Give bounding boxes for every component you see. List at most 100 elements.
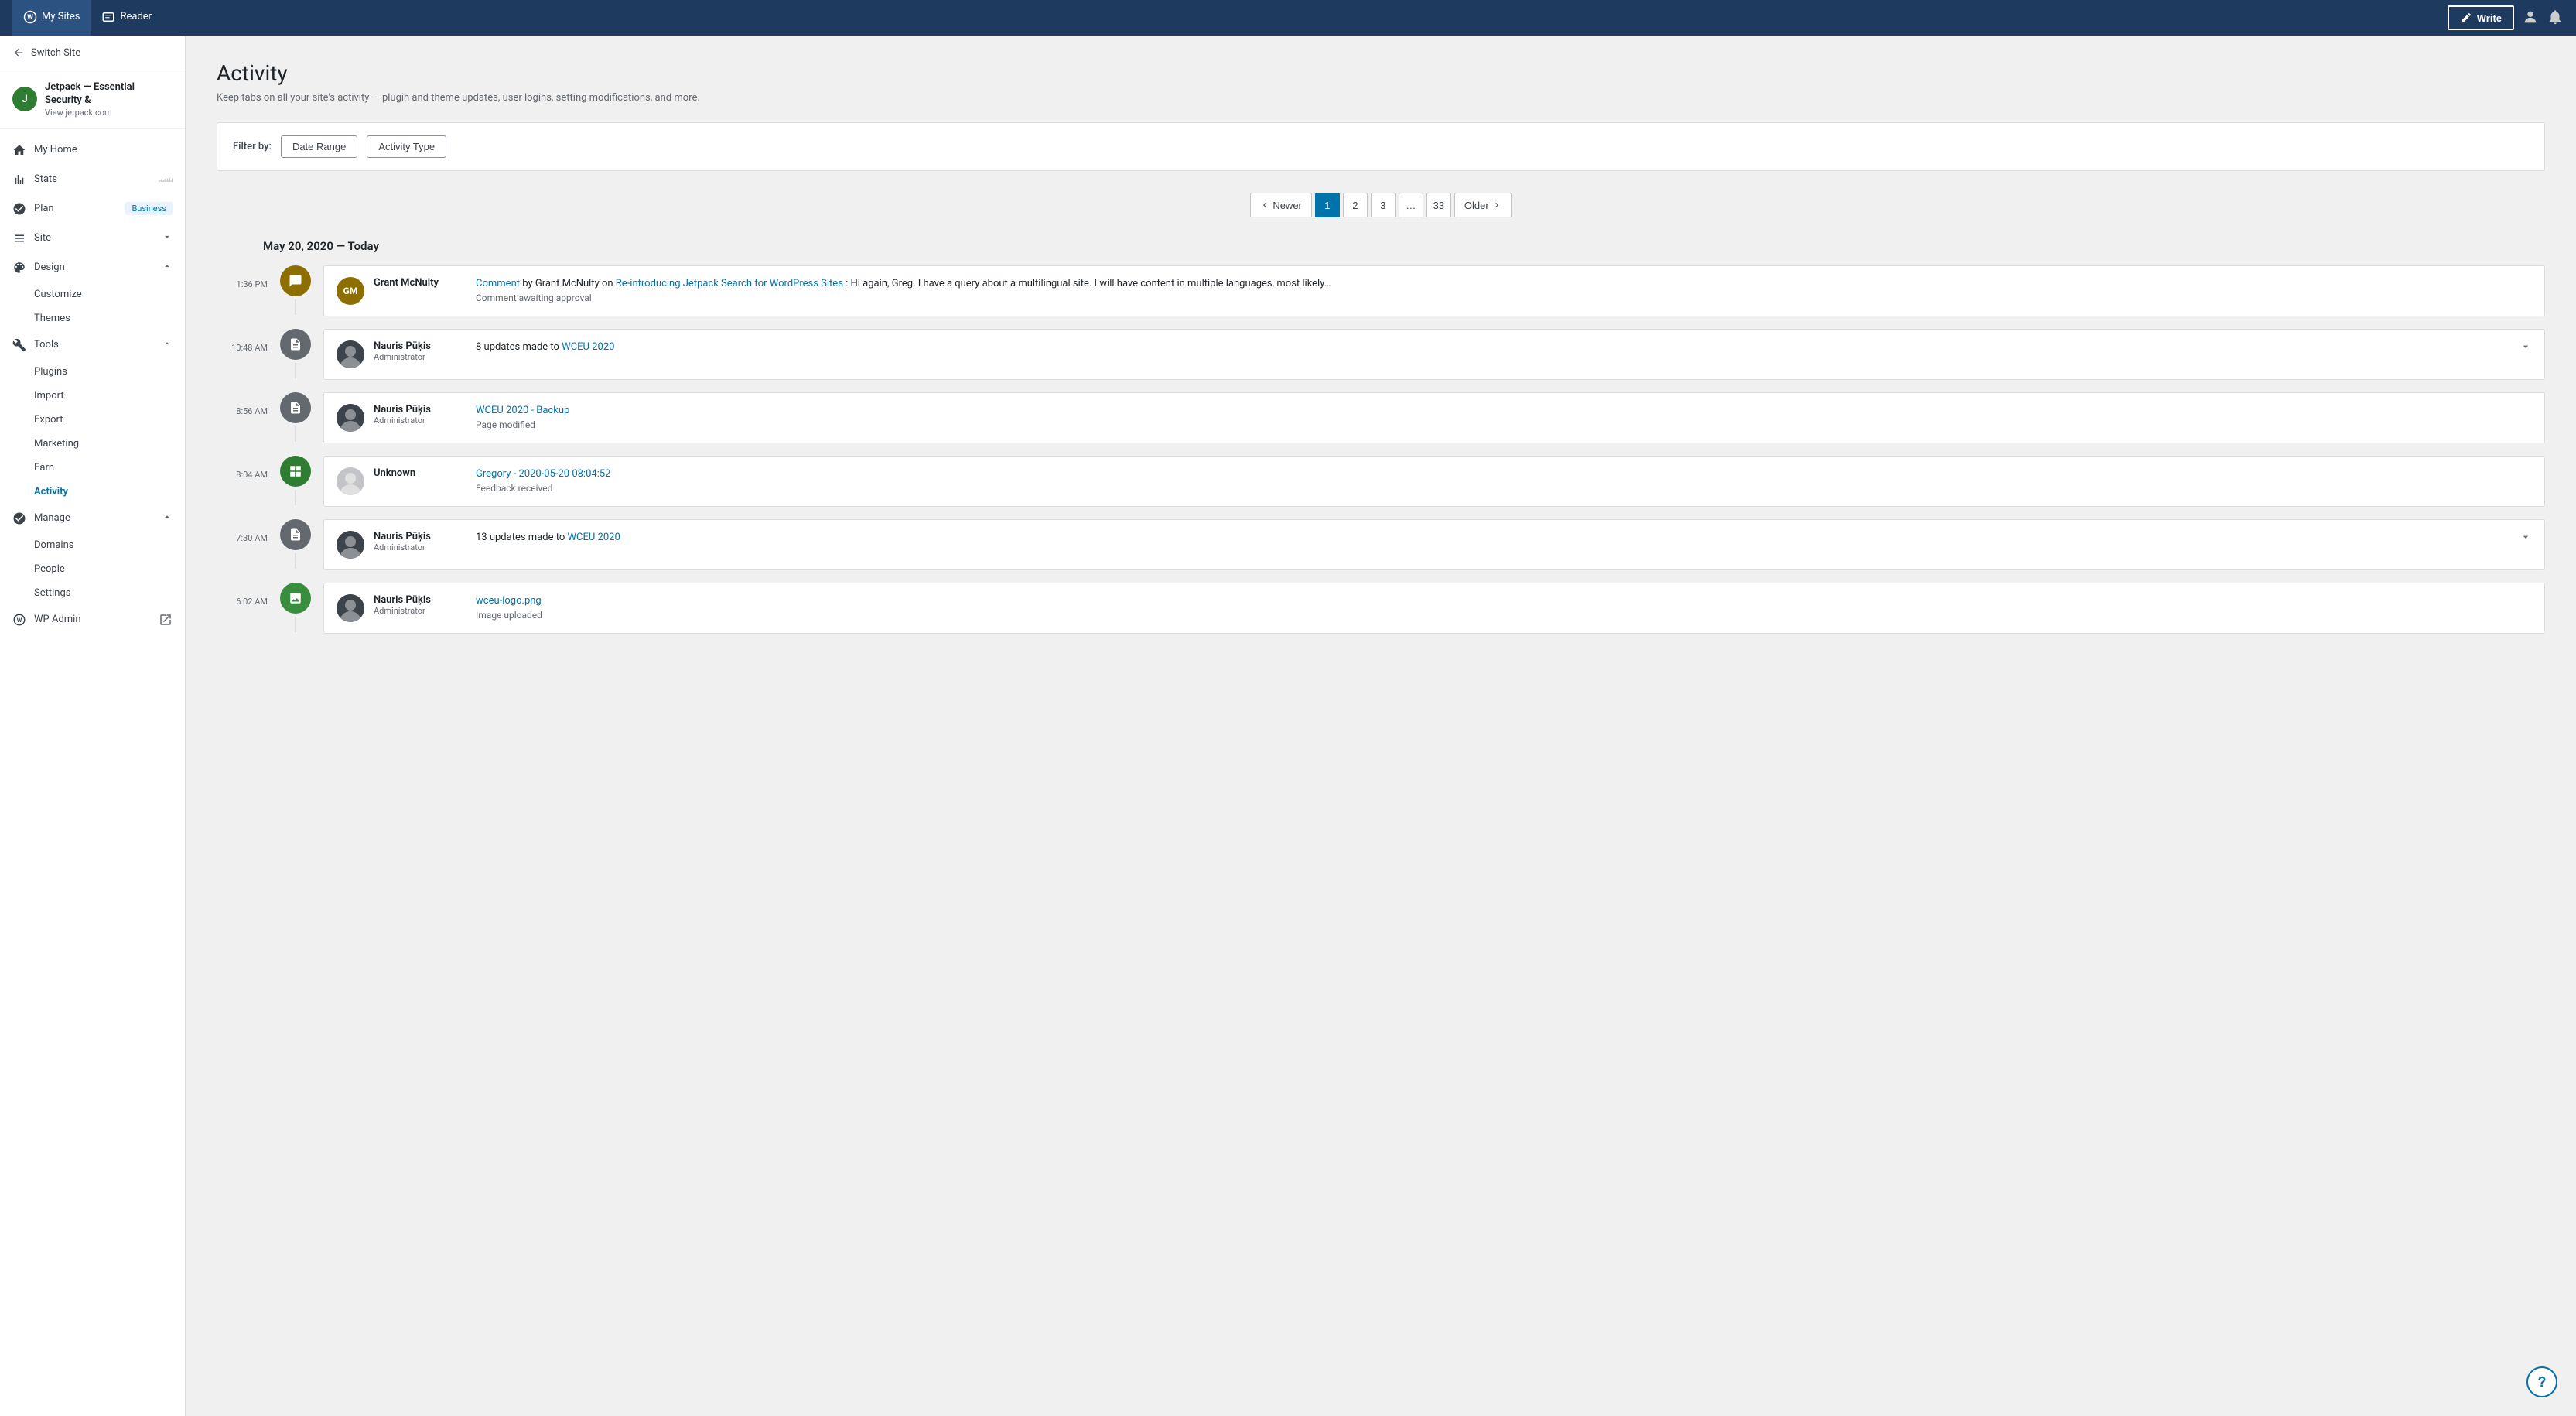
page-33-button[interactable]: 33 (1426, 193, 1451, 217)
activity-text: 13 updates made to WCEU 2020 (476, 532, 620, 543)
plan-icon (12, 202, 26, 216)
user-info: Nauris Pūķis Administrator (374, 404, 466, 426)
activity-icon-col (278, 519, 313, 569)
avatar-photo (337, 340, 364, 368)
my-home-label: My Home (34, 144, 173, 156)
page-3-button[interactable]: 3 (1371, 193, 1396, 217)
sidebar-item-site[interactable]: Site (0, 224, 185, 253)
profile-button[interactable] (2522, 9, 2539, 28)
activity-line (295, 426, 296, 442)
chevron-down-icon (162, 231, 173, 242)
avatar-photo2 (337, 404, 364, 432)
sidebar-item-activity[interactable]: Activity (34, 480, 185, 504)
unknown-avatar (337, 467, 364, 495)
sidebar-item-settings[interactable]: Settings (34, 581, 185, 605)
image-icon (289, 591, 302, 605)
gregory-link[interactable]: Gregory - 2020-05-20 08:04:52 (476, 468, 610, 480)
image-link[interactable]: wceu-logo.png (476, 595, 542, 607)
site-name: Jetpack — Essential Security & (45, 81, 173, 108)
profile-icon (2522, 9, 2539, 26)
sidebar-item-people[interactable]: People (34, 557, 185, 581)
post-link[interactable]: Re-introducing Jetpack Search for WordPr… (616, 278, 843, 289)
activity-time-col: 8:56 AM (217, 392, 278, 417)
sidebar-item-wp-admin[interactable]: W WP Admin (0, 605, 185, 634)
newer-button[interactable]: Newer (1250, 193, 1312, 217)
activity-text: Gregory - 2020-05-20 08:04:52 (476, 468, 610, 480)
site-icon (12, 231, 26, 245)
sidebar-item-stats[interactable]: Stats (0, 165, 185, 194)
tools-chevron (162, 338, 173, 352)
sidebar-item-manage[interactable]: Manage (0, 504, 185, 533)
reader-nav[interactable]: Reader (91, 0, 162, 36)
sidebar-item-export[interactable]: Export (34, 408, 185, 432)
activity-time: 10:48 AM (231, 343, 268, 353)
design-chevron (162, 261, 173, 275)
activity-subtext: Image uploaded (476, 610, 2532, 621)
notifications-button[interactable] (2547, 9, 2564, 28)
document-icon2 (289, 401, 302, 415)
activity-icon-col (278, 392, 313, 442)
wceu-link2[interactable]: WCEU 2020 (567, 532, 620, 543)
site-chevron (162, 231, 173, 245)
activity-time-col: 1:36 PM (217, 265, 278, 290)
sidebar-item-themes[interactable]: Themes (34, 306, 185, 330)
sidebar-item-tools[interactable]: Tools (0, 330, 185, 360)
my-sites-nav[interactable]: W My Sites (12, 0, 91, 36)
expand-button[interactable] (2520, 340, 2532, 356)
tools-icon (12, 338, 26, 352)
activity-time: 1:36 PM (237, 279, 268, 289)
user-role: Administrator (374, 416, 466, 426)
activity-row: 8:04 AM Unknown (217, 456, 2545, 507)
activity-subtext: Feedback received (476, 483, 2532, 494)
sidebar-item-customize[interactable]: Customize (34, 282, 185, 306)
older-label: Older (1464, 200, 1489, 211)
chevron-down-expand-icon2 (2520, 531, 2532, 543)
user-role: Administrator (374, 542, 466, 552)
sidebar-item-marketing[interactable]: Marketing (34, 432, 185, 456)
avatar-photo4 (337, 594, 364, 622)
sidebar-item-my-home[interactable]: My Home (0, 135, 185, 165)
page-2-button[interactable]: 2 (1343, 193, 1368, 217)
user-name: Grant McNulty (374, 277, 466, 289)
external-link-icon (159, 613, 173, 627)
avatar-nauris4 (337, 594, 364, 622)
sidebar-item-import[interactable]: Import (34, 384, 185, 408)
sidebar-item-domains[interactable]: Domains (34, 533, 185, 557)
activity-subtext: Page modified (476, 419, 2532, 430)
activity-card: Unknown Gregory - 2020-05-20 08:04:52 Fe… (323, 456, 2545, 507)
help-button[interactable]: ? (2526, 1366, 2557, 1397)
top-nav: W My Sites Reader Write (0, 0, 2576, 36)
activity-line (295, 490, 296, 505)
user-name: Nauris Pūķis (374, 404, 466, 416)
activity-suffix-text: : Hi again, Greg. I have a query about a… (846, 278, 1331, 289)
user-info: Unknown (374, 467, 466, 479)
switch-site-button[interactable]: Switch Site (0, 36, 185, 70)
older-button[interactable]: Older (1454, 193, 1512, 217)
pagination: Newer 1 2 3 … 33 Older (217, 193, 2545, 217)
activity-row: 7:30 AM Nauris Pūķis (217, 519, 2545, 570)
backup-link[interactable]: WCEU 2020 - Backup (476, 405, 569, 416)
expand-button2[interactable] (2520, 531, 2532, 546)
user-info: Nauris Pūķis Administrator (374, 340, 466, 362)
comment-icon-circle (280, 265, 311, 296)
wceu-link[interactable]: WCEU 2020 (562, 341, 614, 353)
page-title: Activity (217, 60, 2545, 86)
activity-card: GM Grant McNulty Comment by Grant McNult… (323, 265, 2545, 316)
sidebar-item-plugins[interactable]: Plugins (34, 360, 185, 384)
tools-submenu: Plugins Import Export Marketing Earn Act… (0, 360, 185, 504)
activity-content: WCEU 2020 - Backup Page modified (476, 404, 2532, 430)
activity-type-filter[interactable]: Activity Type (367, 135, 446, 158)
date-range-filter[interactable]: Date Range (281, 135, 357, 158)
wp-admin-icon: W (12, 613, 26, 627)
activity-icon-col (278, 583, 313, 632)
sidebar-item-earn[interactable]: Earn (34, 456, 185, 480)
left-arrow-icon (1260, 200, 1269, 210)
sidebar-item-design[interactable]: Design (0, 253, 185, 282)
grid-icon (289, 464, 302, 478)
write-button[interactable]: Write (2448, 5, 2514, 30)
sidebar-item-plan[interactable]: Plan Business (0, 194, 185, 224)
user-name: Nauris Pūķis (374, 594, 466, 606)
page-1-button[interactable]: 1 (1315, 193, 1340, 217)
wp-icon: W (23, 10, 37, 24)
comment-link[interactable]: Comment (476, 278, 520, 289)
